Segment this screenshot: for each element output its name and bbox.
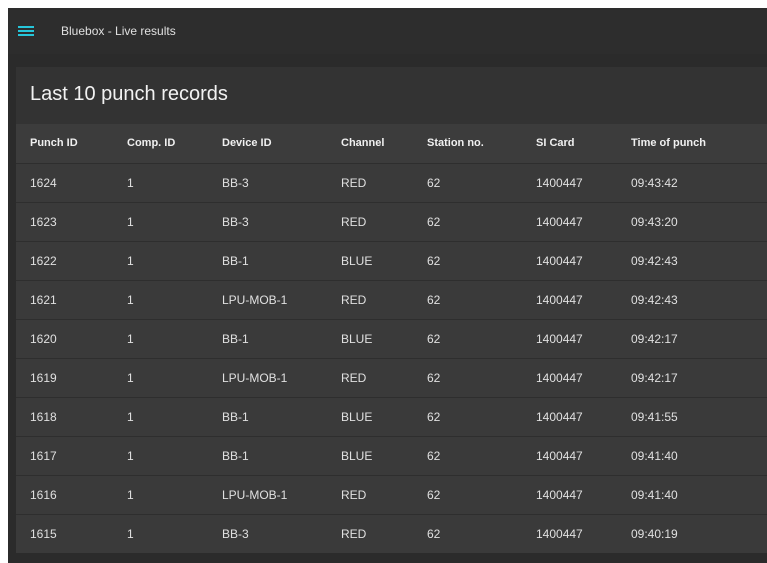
cell-time-of-punch: 09:43:20 [631, 214, 678, 229]
cell-device-id: LPU-MOB-1 [222, 292, 288, 307]
top-app-bar: Bluebox - Live results [8, 8, 767, 54]
cell-station-no: 62 [427, 253, 441, 268]
cell-si-card: 1400447 [536, 487, 583, 502]
cell-comp-id: 1 [127, 448, 134, 463]
app-title: Bluebox - Live results [61, 24, 176, 38]
cell-punch-id: 1621 [30, 292, 57, 307]
cell-si-card: 1400447 [536, 175, 583, 190]
cell-channel: BLUE [341, 253, 373, 268]
cell-channel: BLUE [341, 448, 373, 463]
cell-comp-id: 1 [127, 409, 134, 424]
cell-station-no: 62 [427, 175, 441, 190]
cell-station-no: 62 [427, 292, 441, 307]
cell-punch-id: 1620 [30, 331, 57, 346]
column-header-comp-id[interactable]: Comp. ID [113, 124, 208, 163]
cell-time-of-punch: 09:41:40 [631, 448, 678, 463]
cell-device-id: BB-3 [222, 214, 249, 229]
column-header-si-card[interactable]: SI Card [522, 124, 617, 163]
cell-punch-id: 1624 [30, 175, 57, 190]
cell-time-of-punch: 09:41:55 [631, 409, 678, 424]
cell-comp-id: 1 [127, 370, 134, 385]
cell-time-of-punch: 09:41:40 [631, 487, 678, 502]
menu-icon-line [18, 26, 34, 28]
card-header: Last 10 punch records [16, 67, 767, 124]
cell-comp-id: 1 [127, 526, 134, 541]
cell-punch-id: 1619 [30, 370, 57, 385]
cell-time-of-punch: 09:42:17 [631, 331, 678, 346]
cell-channel: BLUE [341, 409, 373, 424]
cell-comp-id: 1 [127, 487, 134, 502]
cell-station-no: 62 [427, 214, 441, 229]
cell-channel: RED [341, 526, 367, 541]
column-header-device-id[interactable]: Device ID [208, 124, 327, 163]
cell-station-no: 62 [427, 370, 441, 385]
cell-si-card: 1400447 [536, 292, 583, 307]
table-row: 1618 1 BB-1 BLUE 62 1400447 09:41:55 [16, 397, 767, 436]
cell-time-of-punch: 09:42:17 [631, 370, 678, 385]
cell-device-id: BB-1 [222, 448, 249, 463]
cell-comp-id: 1 [127, 331, 134, 346]
cell-device-id: BB-1 [222, 253, 249, 268]
cell-punch-id: 1622 [30, 253, 57, 268]
cell-time-of-punch: 09:40:19 [631, 526, 678, 541]
cell-station-no: 62 [427, 409, 441, 424]
cell-si-card: 1400447 [536, 526, 583, 541]
cell-time-of-punch: 09:42:43 [631, 253, 678, 268]
cell-device-id: BB-1 [222, 331, 249, 346]
cell-comp-id: 1 [127, 214, 134, 229]
cell-device-id: BB-3 [222, 526, 249, 541]
cell-si-card: 1400447 [536, 331, 583, 346]
cell-punch-id: 1616 [30, 487, 57, 502]
cell-channel: BLUE [341, 331, 373, 346]
cell-channel: RED [341, 370, 367, 385]
cell-punch-id: 1623 [30, 214, 57, 229]
table-row: 1616 1 LPU-MOB-1 RED 62 1400447 09:41:40 [16, 475, 767, 514]
table-row: 1615 1 BB-3 RED 62 1400447 09:40:19 [16, 514, 767, 553]
menu-icon-line [18, 30, 34, 32]
cell-channel: RED [341, 292, 367, 307]
cell-si-card: 1400447 [536, 409, 583, 424]
cell-punch-id: 1618 [30, 409, 57, 424]
cell-time-of-punch: 09:42:43 [631, 292, 678, 307]
table-row: 1624 1 BB-3 RED 62 1400447 09:43:42 [16, 163, 767, 202]
column-header-punch-id[interactable]: Punch ID [16, 124, 113, 163]
cell-channel: RED [341, 214, 367, 229]
cell-comp-id: 1 [127, 253, 134, 268]
cell-station-no: 62 [427, 526, 441, 541]
cell-device-id: BB-1 [222, 409, 249, 424]
cell-punch-id: 1617 [30, 448, 57, 463]
column-header-channel[interactable]: Channel [327, 124, 413, 163]
cell-comp-id: 1 [127, 292, 134, 307]
table-row: 1622 1 BB-1 BLUE 62 1400447 09:42:43 [16, 241, 767, 280]
column-header-station-no[interactable]: Station no. [413, 124, 522, 163]
cell-si-card: 1400447 [536, 448, 583, 463]
cell-device-id: LPU-MOB-1 [222, 370, 288, 385]
table-row: 1619 1 LPU-MOB-1 RED 62 1400447 09:42:17 [16, 358, 767, 397]
cell-si-card: 1400447 [536, 370, 583, 385]
cell-channel: RED [341, 487, 367, 502]
table-row: 1620 1 BB-1 BLUE 62 1400447 09:42:17 [16, 319, 767, 358]
column-header-time-of-punch[interactable]: Time of punch [617, 124, 767, 163]
cell-station-no: 62 [427, 487, 441, 502]
table-row: 1621 1 LPU-MOB-1 RED 62 1400447 09:42:43 [16, 280, 767, 319]
table-header-row: Punch ID Comp. ID Device ID Channel Stat… [16, 124, 767, 163]
cell-device-id: LPU-MOB-1 [222, 487, 288, 502]
cell-punch-id: 1615 [30, 526, 57, 541]
cell-comp-id: 1 [127, 175, 134, 190]
cell-station-no: 62 [427, 331, 441, 346]
punch-records-card: Last 10 punch records Punch ID Comp. ID … [16, 67, 767, 553]
punch-records-table: Punch ID Comp. ID Device ID Channel Stat… [16, 124, 767, 553]
hamburger-menu-icon[interactable] [18, 24, 34, 37]
app-window: Bluebox - Live results Last 10 punch rec… [8, 8, 767, 563]
cell-channel: RED [341, 175, 367, 190]
table-row: 1623 1 BB-3 RED 62 1400447 09:43:20 [16, 202, 767, 241]
cell-time-of-punch: 09:43:42 [631, 175, 678, 190]
table-row: 1617 1 BB-1 BLUE 62 1400447 09:41:40 [16, 436, 767, 475]
menu-icon-line [18, 34, 34, 36]
cell-si-card: 1400447 [536, 214, 583, 229]
card-title: Last 10 punch records [30, 83, 228, 105]
cell-si-card: 1400447 [536, 253, 583, 268]
cell-device-id: BB-3 [222, 175, 249, 190]
cell-station-no: 62 [427, 448, 441, 463]
